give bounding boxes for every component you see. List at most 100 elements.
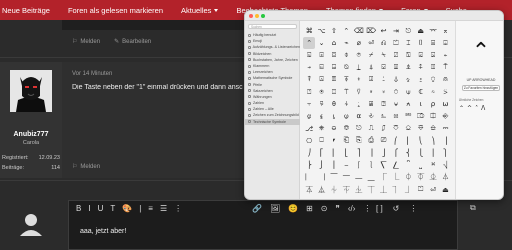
glyph-cell[interactable]: ⍺ bbox=[353, 110, 365, 122]
glyph-cell[interactable]: ⌃ bbox=[303, 37, 316, 50]
glyph-cell[interactable]: ⎼ bbox=[353, 171, 365, 183]
glyph-cell[interactable]: ⏊ bbox=[377, 183, 389, 195]
glyph-cell[interactable]: ⎸ bbox=[303, 171, 315, 183]
glyph-cell[interactable]: ⍃ bbox=[415, 49, 427, 61]
glyph-cell[interactable]: ⎷ bbox=[439, 159, 451, 171]
toolbar-toolbar_right-button[interactable]: ⋮ bbox=[363, 204, 371, 213]
nav-item[interactable]: Neue Beiträge bbox=[2, 6, 50, 15]
report-link[interactable]: ⚐ Melden bbox=[72, 38, 100, 45]
glyph-cell[interactable]: ⎬ bbox=[303, 159, 315, 171]
avatar[interactable] bbox=[10, 70, 52, 112]
glyph-cell[interactable]: ⌹ bbox=[439, 37, 451, 49]
toolbar-toolbar_left-button[interactable]: I bbox=[88, 204, 90, 213]
toolbar-toolbar_end-button[interactable]: ⋮ bbox=[409, 204, 417, 213]
report-link[interactable]: ⚐ Melden bbox=[72, 163, 100, 170]
glyph-cell[interactable]: ⍟ bbox=[315, 86, 327, 98]
glyph-cell[interactable]: ⎊ bbox=[340, 123, 352, 135]
related-glyph[interactable]: ᐱ bbox=[481, 105, 485, 112]
glyph-cell[interactable]: ⍰ bbox=[377, 98, 389, 110]
glyph-cell[interactable]: ⎖ bbox=[328, 135, 340, 147]
glyph-cell[interactable]: ⍉ bbox=[340, 62, 352, 74]
glyph-cell[interactable]: ⍚ bbox=[402, 74, 414, 86]
glyph-cell[interactable]: ⍁ bbox=[390, 49, 402, 61]
glyph-cell[interactable]: ⌼ bbox=[328, 49, 340, 61]
toolbar-toolbar_right-button[interactable]: ⊞ bbox=[306, 204, 313, 213]
glyph-cell[interactable]: ⍝ bbox=[439, 74, 451, 86]
glyph-cell[interactable]: ⍩ bbox=[439, 86, 451, 98]
glyph-cell[interactable]: ⏇ bbox=[340, 183, 352, 195]
toolbar-toolbar_left-button[interactable]: T bbox=[110, 204, 115, 213]
glyph-cell[interactable]: ⎻ bbox=[340, 171, 352, 183]
glyph-cell[interactable]: ⍐ bbox=[427, 62, 439, 74]
close-button[interactable] bbox=[249, 14, 253, 18]
glyph-cell[interactable]: ⎋ bbox=[353, 123, 365, 135]
glyph-cell[interactable]: ⎇ bbox=[303, 123, 315, 135]
glyph-cell[interactable]: ⎗ bbox=[340, 135, 352, 147]
glyph-cell[interactable]: ⍂ bbox=[402, 49, 414, 61]
glyph-cell[interactable]: ⎱ bbox=[365, 159, 377, 171]
glyph-cell[interactable]: ⌃ bbox=[340, 25, 352, 37]
glyph-cell[interactable]: ⎮ bbox=[328, 159, 340, 171]
edit-link[interactable]: ✎ Bearbeiten bbox=[114, 38, 151, 45]
toolbar-toolbar_left-button[interactable]: ☰ bbox=[160, 204, 167, 213]
glyph-cell[interactable]: ⎑ bbox=[415, 123, 427, 135]
glyph-cell[interactable]: ⏃ bbox=[439, 171, 451, 183]
toolbar-toolbar_right-button[interactable]: ❞ bbox=[336, 204, 340, 213]
glyph-cell[interactable]: ⍲ bbox=[402, 98, 414, 110]
glyph-cell[interactable]: ⎯ bbox=[340, 159, 352, 171]
glyph-cell[interactable]: ⎠ bbox=[303, 147, 315, 159]
glyph-cell[interactable]: ⌤ bbox=[427, 25, 439, 37]
toolbar-toolbar_right-button[interactable]: 🔗 bbox=[252, 204, 262, 213]
glyph-cell[interactable]: ⏍ bbox=[415, 183, 427, 195]
glyph-cell[interactable]: ⎎ bbox=[377, 123, 389, 135]
glyph-cell[interactable]: ⎀ bbox=[365, 110, 377, 122]
glyph-cell[interactable]: ⌾ bbox=[353, 49, 365, 61]
glyph-cell[interactable]: ⍞ bbox=[303, 86, 315, 98]
glyph-cell[interactable]: ⏏ bbox=[439, 183, 451, 195]
toolbar-toolbar_left-button[interactable]: 🎨 bbox=[122, 204, 132, 213]
glyph-cell[interactable]: ⍪ bbox=[303, 98, 315, 110]
glyph-cell[interactable]: ⍗ bbox=[365, 74, 377, 86]
glyph-cell[interactable]: ↩ bbox=[377, 25, 389, 37]
glyph-cell[interactable]: ⍣ bbox=[365, 86, 377, 98]
glyph-cell[interactable]: ⍱ bbox=[390, 98, 402, 110]
glyph-cell[interactable]: ⏀ bbox=[402, 171, 414, 183]
glyph-cell[interactable]: ⍇ bbox=[315, 62, 327, 74]
glyph-cell[interactable]: ⍘ bbox=[377, 74, 389, 86]
glyph-cell[interactable]: ⎵ bbox=[415, 159, 427, 171]
glyph-cell[interactable]: ⍷ bbox=[315, 110, 327, 122]
toolbar-toolbar_left-button[interactable]: | bbox=[139, 204, 141, 213]
toolbar-toolbar_left-button[interactable]: U bbox=[98, 204, 104, 213]
glyph-cell[interactable]: ⏌ bbox=[402, 183, 414, 195]
glyph-cell[interactable]: ⍢ bbox=[353, 86, 365, 98]
add-favorite-button[interactable]: Zu Favoriten hinzufügen bbox=[462, 85, 500, 91]
glyph-cell[interactable]: ⌺ bbox=[303, 49, 315, 61]
glyph-cell[interactable]: ⏎ bbox=[365, 37, 377, 49]
glyph-cell[interactable]: ⍌ bbox=[377, 62, 389, 74]
glyph-cell[interactable]: ⍬ bbox=[328, 98, 340, 110]
glyph-cell[interactable]: ⍫ bbox=[315, 98, 327, 110]
glyph-cell[interactable]: ⍏ bbox=[415, 62, 427, 74]
glyph-cell[interactable]: ⍖ bbox=[353, 74, 365, 86]
glyph-cell[interactable]: ⇧ bbox=[328, 25, 340, 37]
glyph-cell[interactable]: ⎡ bbox=[315, 147, 327, 159]
glyph-cell[interactable]: ⍙ bbox=[390, 74, 402, 86]
glyph-cell[interactable]: ⎪ bbox=[427, 147, 439, 159]
editor-text[interactable]: aaa, jetzt aber! bbox=[80, 228, 126, 235]
glyph-cell[interactable]: ⎩ bbox=[415, 147, 427, 159]
glyph-cell[interactable]: ⌅ bbox=[439, 25, 451, 37]
glyph-cell[interactable]: ⍨ bbox=[427, 86, 439, 98]
glyph-cell[interactable]: ⍮ bbox=[353, 98, 365, 110]
glyph-cell[interactable]: ⎁ bbox=[377, 110, 389, 122]
glyph-cell[interactable]: ⍹ bbox=[340, 110, 352, 122]
glyph-cell[interactable]: ⌦ bbox=[365, 25, 377, 37]
preview-icon[interactable]: ⧉ bbox=[470, 203, 484, 215]
search-input[interactable]: Suchen bbox=[248, 24, 297, 29]
toolbar-toolbar_right-button[interactable]: 🖼 bbox=[270, 204, 280, 213]
glyph-cell[interactable]: ⍎ bbox=[402, 62, 414, 74]
glyph-cell[interactable]: ⍠ bbox=[328, 86, 340, 98]
glyph-cell[interactable]: ⏄ bbox=[303, 183, 315, 195]
glyph-cell[interactable]: ⎆ bbox=[439, 110, 451, 122]
glyph-cell[interactable]: ⍴ bbox=[427, 98, 439, 110]
glyph-cell[interactable]: ⍈ bbox=[328, 62, 340, 74]
